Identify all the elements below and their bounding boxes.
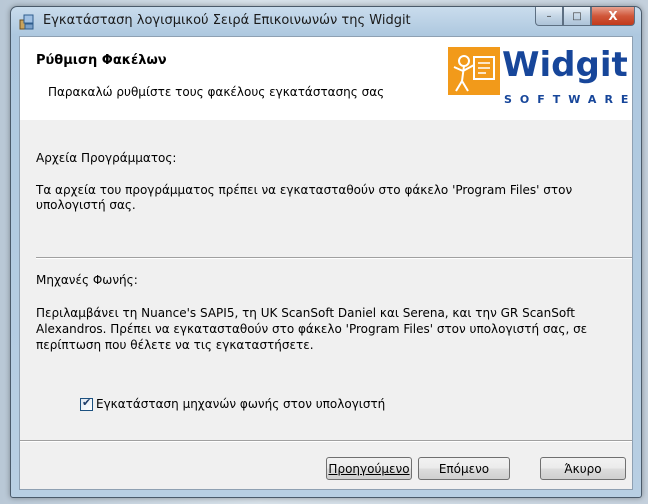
banner-divider <box>20 119 632 120</box>
minimize-icon: – <box>546 10 552 22</box>
section-divider <box>36 257 632 259</box>
installer-app-icon <box>19 14 34 30</box>
page-subtitle: Παρακαλώ ρυθμίστε τους φακέλους εγκατάστ… <box>48 85 385 99</box>
close-button[interactable]: X <box>591 7 635 26</box>
voice-engines-heading: Μηχανές Φωνής: <box>36 273 138 287</box>
voice-engines-description: Περιλαμβάνει τη Nuance's SAPI5, τη UK Sc… <box>36 306 588 352</box>
minimize-button[interactable]: – <box>535 7 563 26</box>
program-files-description: Τα αρχεία του προγράμματος πρέπει να εγκ… <box>36 183 573 212</box>
next-button-label: Επόμενο <box>438 461 490 476</box>
dialog-client-area: Ρύθμιση Φακέλων Παρακαλώ ρυθμίστε τους φ… <box>19 36 633 490</box>
widgit-logo-text: Widgit <box>502 45 628 85</box>
back-button-label: Προηγούμενο <box>328 461 410 476</box>
page-title: Ρύθμιση Φακέλων <box>36 53 167 68</box>
maximize-icon: □ <box>572 10 582 22</box>
installer-window: Εγκατάσταση λογισμικού Σειρά Επικοινωνών… <box>10 6 642 498</box>
cancel-button[interactable]: Άκυρο <box>540 457 626 480</box>
widgit-logo-mark-icon <box>448 47 500 95</box>
program-files-heading: Αρχεία Προγράμματος: <box>36 151 177 165</box>
footer-divider <box>20 440 632 442</box>
checkmark-icon: ✔ <box>82 395 92 409</box>
header-banner: Ρύθμιση Φακέλων Παρακαλώ ρυθμίστε τους φ… <box>20 37 632 120</box>
widgit-logo: Widgit SOFTWARE <box>448 45 628 113</box>
maximize-button[interactable]: □ <box>563 7 591 26</box>
install-voices-checkbox[interactable]: ✔ <box>80 395 93 411</box>
close-icon: X <box>608 9 618 23</box>
back-button[interactable]: Προηγούμενο <box>326 457 412 480</box>
title-bar[interactable]: Εγκατάσταση λογισμικού Σειρά Επικοινωνών… <box>11 7 641 35</box>
caption-buttons: – □ X <box>535 7 635 27</box>
cancel-button-label: Άκυρο <box>564 461 602 476</box>
install-voices-checkbox-row[interactable]: ✔ Εγκατάσταση μηχανών φωνής στον υπολογι… <box>80 395 385 411</box>
widgit-logo-subtext: SOFTWARE <box>504 93 637 106</box>
next-button[interactable]: Επόμενο <box>418 457 510 480</box>
install-voices-label[interactable]: Εγκατάσταση μηχανών φωνής στον υπολογιστ… <box>96 397 385 411</box>
window-title: Εγκατάσταση λογισμικού Σειρά Επικοινωνών… <box>43 13 411 28</box>
